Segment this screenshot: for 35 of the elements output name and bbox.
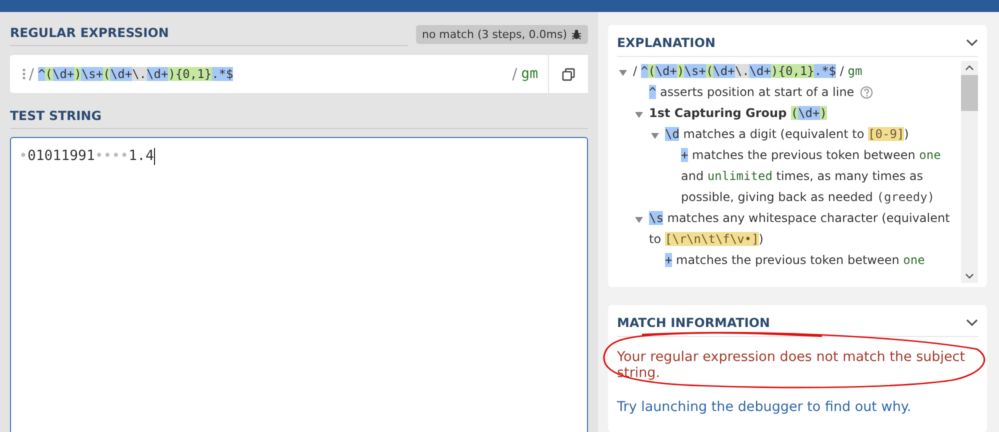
scroll-up-icon[interactable] <box>965 65 974 71</box>
regex-delimiter: / <box>29 65 34 83</box>
chevron-down-icon[interactable] <box>966 318 978 326</box>
expand-triangle-icon[interactable] <box>619 69 627 77</box>
panel-title: MATCH INFORMATION <box>617 315 770 330</box>
chevron-down-icon[interactable] <box>966 38 978 46</box>
help-icon[interactable] <box>860 86 874 99</box>
explanation-text: + matches the previous token between one and unlimited times, as many times as possible, giving back as needed (greedy) <box>681 147 942 206</box>
regex-delimiter: / <box>512 65 518 83</box>
explanation-text: / ^(\d+)\s+(\d+\.\d+){0,1}.*$ / gm <box>633 63 862 80</box>
panel-title: EXPLANATION <box>617 35 716 50</box>
drag-handle-icon <box>22 68 26 80</box>
section-label: TEST STRING <box>10 105 588 129</box>
scrollbar-thumb[interactable] <box>961 75 978 111</box>
match-status-button[interactable]: no match (3 steps, 0.0ms) <box>416 24 588 44</box>
no-match-message: Your regular expression does not match the subject string. <box>617 349 966 381</box>
bug-icon <box>571 28 582 40</box>
explanation-text: \s matches any whitespace character (equivalent to [\r\n\t\f\v•]) <box>649 210 951 248</box>
expand-triangle-icon[interactable] <box>635 111 643 119</box>
section-label: REGULAR EXPRESSION <box>10 22 408 46</box>
debugger-link[interactable]: Try launching the debugger to find out why. <box>617 399 978 415</box>
explanation-text: + matches the previous token between one <box>665 252 925 269</box>
expand-triangle-icon[interactable] <box>635 216 643 224</box>
copy-button[interactable] <box>548 55 588 93</box>
scrollbar[interactable] <box>961 61 978 283</box>
explanation-text: ^ asserts position at start of a line <box>649 84 854 101</box>
explanation-text: 1st Capturing Group (\d+) <box>649 105 827 122</box>
explanation-text: \d matches a digit (equivalent to [0-9]) <box>665 126 909 143</box>
regex-field[interactable]: / ^(\d+)\s+(\d+\.\d+){0,1}.*$ / gm <box>10 55 588 93</box>
expand-triangle-icon[interactable] <box>651 132 659 140</box>
test-string-field[interactable]: •01011991••••1.4 <box>10 137 588 432</box>
regex-input[interactable]: ^(\d+)\s+(\d+\.\d+){0,1}.*$ <box>38 66 234 82</box>
scroll-down-icon[interactable] <box>965 273 974 279</box>
regex-flags[interactable]: gm <box>521 66 538 82</box>
copy-icon <box>562 68 575 80</box>
